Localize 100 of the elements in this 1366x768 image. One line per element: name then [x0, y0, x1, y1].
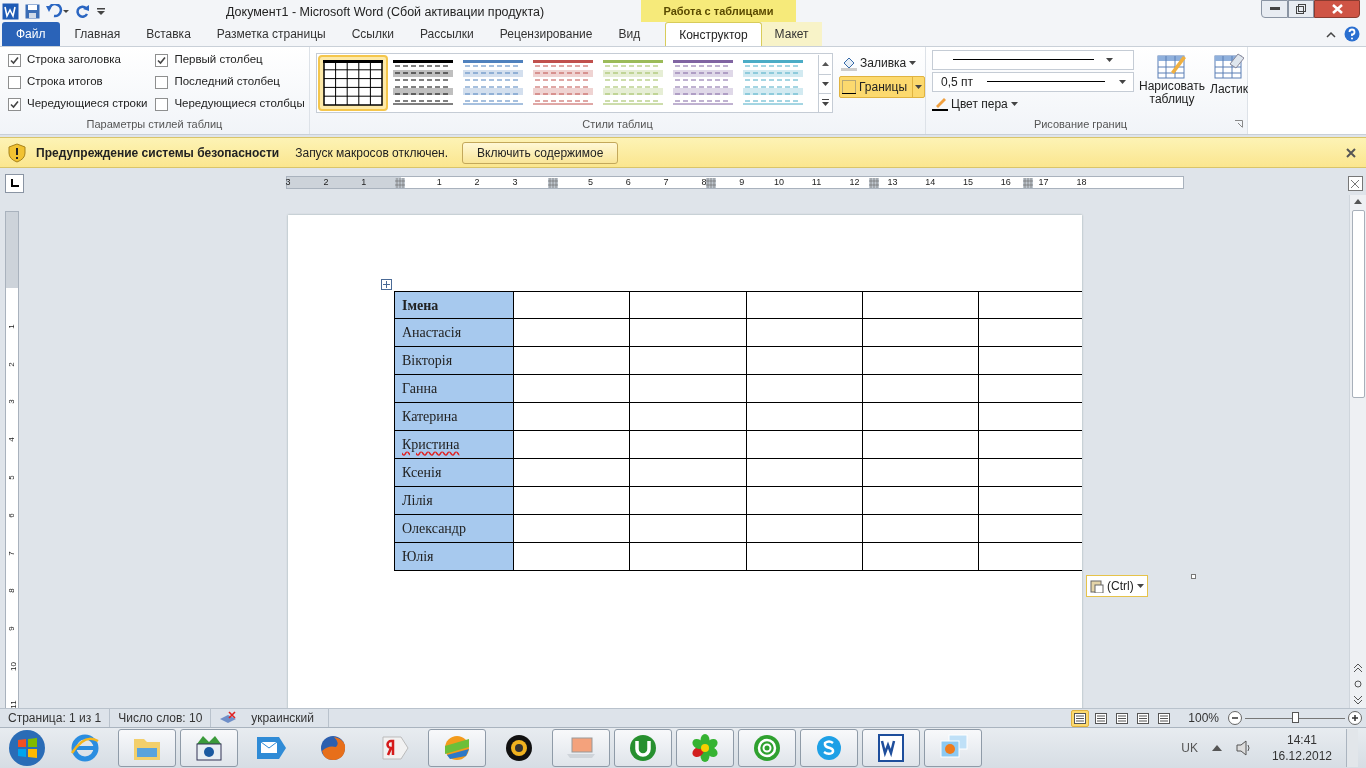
ribbon-tab[interactable]: Главная	[61, 22, 134, 46]
table-move-handle-icon[interactable]	[381, 279, 392, 290]
table-cell[interactable]	[629, 431, 746, 459]
scroll-down-button[interactable]	[818, 73, 831, 93]
speaker-icon[interactable]	[1235, 740, 1252, 756]
table-style-thumbnail[interactable]	[318, 55, 388, 111]
table-cell[interactable]	[513, 319, 630, 347]
ribbon-tab[interactable]: Рассылки	[406, 22, 487, 46]
taskbar-app-button[interactable]	[862, 729, 920, 767]
ribbon-tab[interactable]: Ссылки	[338, 22, 407, 46]
table-cell[interactable]	[629, 319, 746, 347]
browse-object-icon[interactable]	[1354, 680, 1362, 688]
ribbon-tab[interactable]: Разметка страницы	[203, 22, 339, 46]
table-cell[interactable]	[513, 403, 630, 431]
table-cell[interactable]	[977, 459, 1082, 487]
table-cell[interactable]	[629, 347, 746, 375]
taskbar-app-button[interactable]	[180, 729, 238, 767]
table-cell[interactable]	[861, 431, 978, 459]
checkbox[interactable]	[8, 53, 21, 67]
zoom-slider-track[interactable]	[1245, 711, 1345, 725]
view-mode-button[interactable]	[1071, 709, 1090, 727]
table-cell[interactable]	[513, 515, 630, 543]
collapse-ribbon-icon[interactable]	[1326, 30, 1336, 38]
redo-icon[interactable]	[76, 4, 90, 18]
table-cell[interactable]	[513, 543, 630, 571]
scroll-up-button[interactable]	[818, 54, 831, 74]
show-hidden-icons-icon[interactable]	[1211, 745, 1222, 751]
ribbon-tab[interactable]: Вставка	[133, 22, 204, 46]
table-cell[interactable]	[861, 403, 978, 431]
table-cell[interactable]	[861, 543, 978, 571]
zoom-percentage[interactable]: 100%	[1188, 709, 1219, 727]
save-icon[interactable]	[25, 3, 40, 19]
table-cell[interactable]	[745, 487, 862, 515]
table-cell[interactable]	[861, 487, 978, 515]
table-cell[interactable]	[977, 403, 1082, 431]
table-cell[interactable]	[745, 431, 862, 459]
column-marker-icon[interactable]	[548, 178, 558, 188]
table-cell[interactable]	[745, 543, 862, 571]
ribbon-tab[interactable]: Вид	[605, 22, 654, 46]
table-cell[interactable]	[861, 347, 978, 375]
input-language[interactable]: UK	[1181, 739, 1198, 757]
table-cell[interactable]	[861, 319, 978, 347]
line-style-dropdown[interactable]	[932, 50, 1134, 70]
table-cell[interactable]	[513, 291, 630, 319]
table-cell[interactable]	[513, 487, 630, 515]
table-cell[interactable]	[629, 291, 746, 319]
more-styles-button[interactable]	[818, 92, 831, 112]
table-cell[interactable]	[745, 319, 862, 347]
checkbox[interactable]	[8, 75, 21, 89]
undo-icon[interactable]	[46, 4, 70, 18]
checkbox[interactable]	[155, 97, 169, 111]
next-page-icon[interactable]	[1354, 696, 1362, 704]
word-logo-icon[interactable]	[2, 2, 19, 20]
close-button[interactable]	[1314, 0, 1360, 18]
line-weight-dropdown[interactable]: 0,5 пт	[932, 72, 1134, 92]
clock[interactable]: 14:41 16.12.2012	[1271, 732, 1332, 764]
table-cell[interactable]	[861, 375, 978, 403]
table-cell[interactable]	[629, 543, 746, 571]
table-cell[interactable]	[629, 459, 746, 487]
table-cell[interactable]	[977, 515, 1082, 543]
close-icon[interactable]	[1346, 147, 1356, 158]
table-cell[interactable]	[861, 515, 978, 543]
table-cell[interactable]	[513, 431, 630, 459]
table-cell[interactable]	[745, 347, 862, 375]
table-cell[interactable]	[977, 543, 1082, 571]
table-cell[interactable]	[977, 347, 1082, 375]
dialog-launcher-icon[interactable]	[1235, 119, 1243, 128]
column-marker-icon[interactable]	[1023, 178, 1033, 188]
table-cell[interactable]	[629, 515, 746, 543]
table-cell[interactable]	[513, 347, 630, 375]
table-cell[interactable]	[513, 459, 630, 487]
table-cell[interactable]	[977, 375, 1082, 403]
table-cell[interactable]	[861, 459, 978, 487]
paste-options-button[interactable]: (Ctrl)	[1086, 575, 1148, 597]
borders-button[interactable]: Границы	[839, 76, 925, 98]
checkbox[interactable]	[155, 75, 169, 89]
table-cell[interactable]	[629, 375, 746, 403]
scrollbar-thumb[interactable]	[1351, 210, 1365, 398]
table-cell[interactable]	[977, 487, 1082, 515]
table-cell[interactable]	[513, 375, 630, 403]
zoom-in-icon[interactable]	[1348, 711, 1362, 725]
table-resize-handle[interactable]	[1191, 574, 1196, 579]
minimize-button[interactable]	[1261, 0, 1288, 18]
previous-page-icon[interactable]	[1354, 664, 1362, 672]
eraser-button[interactable]: Ластик	[1210, 50, 1248, 114]
draw-table-button[interactable]: Нарисовать таблицу	[1140, 50, 1204, 114]
shading-button[interactable]: Заливка	[839, 53, 925, 73]
proofing-book-icon[interactable]	[219, 711, 238, 725]
view-ruler-icon[interactable]	[1348, 174, 1364, 192]
tab-selector[interactable]	[5, 173, 24, 193]
table-cell[interactable]	[745, 515, 862, 543]
vertical-scrollbar[interactable]	[1349, 195, 1366, 708]
table-cell[interactable]	[977, 319, 1082, 347]
start-button[interactable]	[8, 729, 46, 767]
checkbox[interactable]	[155, 53, 169, 67]
ribbon-tab[interactable]: Рецензирование	[486, 22, 606, 46]
table-cell[interactable]	[745, 291, 862, 319]
table-cell[interactable]	[629, 487, 746, 515]
pen-color-button[interactable]: Цвет пера	[932, 94, 1134, 114]
table-cell[interactable]	[745, 403, 862, 431]
